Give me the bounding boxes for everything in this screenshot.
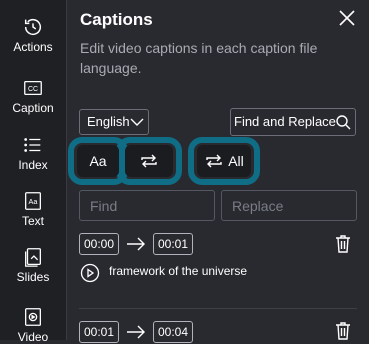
slides-icon bbox=[25, 248, 41, 267]
sidebar-label-slides: Slides bbox=[16, 270, 50, 284]
sidebar-label-caption: Caption bbox=[12, 101, 54, 115]
caption-start-time[interactable]: 00:00 bbox=[79, 233, 119, 255]
sidebar-item-text[interactable]: Aa Text bbox=[0, 190, 66, 228]
trash-icon[interactable] bbox=[335, 321, 351, 340]
play-icon[interactable] bbox=[80, 263, 100, 283]
list-icon bbox=[24, 138, 41, 152]
captions-panel: Captions Edit video captions in each cap… bbox=[67, 0, 369, 343]
video-icon bbox=[25, 308, 41, 326]
sidebar: Actions CC Caption Index Aa Text Slides … bbox=[0, 0, 67, 344]
find-replace-button[interactable]: Find and Replace bbox=[230, 108, 356, 136]
replace-all-button[interactable]: All bbox=[197, 145, 251, 177]
panel-title: Captions bbox=[80, 10, 153, 29]
arrow-right-icon bbox=[127, 237, 145, 251]
sidebar-item-slides[interactable]: Slides bbox=[0, 246, 66, 284]
arrow-right-icon bbox=[127, 325, 145, 339]
sidebar-item-video[interactable]: Video bbox=[0, 306, 66, 344]
search-icon bbox=[336, 115, 351, 130]
match-case-button[interactable]: Aa bbox=[77, 145, 119, 177]
replace-all-label: All bbox=[228, 153, 244, 169]
find-replace-label: Find and Replace bbox=[234, 114, 336, 129]
find-input[interactable] bbox=[79, 190, 215, 221]
sidebar-item-caption[interactable]: CC Caption bbox=[0, 77, 66, 115]
text-box-icon: Aa bbox=[25, 192, 41, 210]
caption-text[interactable]: framework of the universe bbox=[109, 264, 247, 278]
sidebar-item-actions[interactable]: Actions bbox=[0, 16, 66, 54]
language-value: English bbox=[87, 114, 130, 129]
language-select[interactable]: English bbox=[79, 109, 149, 135]
caption-end-time[interactable]: 00:01 bbox=[153, 233, 193, 255]
chevron-down-icon bbox=[130, 118, 144, 126]
replace-all-icon bbox=[206, 154, 222, 168]
replace-icon bbox=[141, 154, 157, 168]
caption-divider bbox=[79, 308, 357, 309]
history-icon bbox=[24, 19, 42, 36]
match-case-label: Aa bbox=[89, 153, 107, 169]
sidebar-label-text: Text bbox=[21, 214, 44, 228]
trash-icon[interactable] bbox=[335, 234, 351, 253]
svg-text:CC: CC bbox=[28, 86, 38, 93]
close-icon[interactable] bbox=[337, 8, 357, 28]
sidebar-label-actions: Actions bbox=[13, 40, 53, 54]
sidebar-label-video: Video bbox=[17, 330, 49, 344]
panel-subtitle: Edit video captions in each caption file… bbox=[80, 40, 318, 76]
sidebar-label-index: Index bbox=[18, 158, 48, 172]
cc-icon: CC bbox=[24, 80, 42, 96]
svg-text:Aa: Aa bbox=[29, 197, 39, 206]
replace-input[interactable] bbox=[221, 190, 357, 221]
replace-button[interactable] bbox=[125, 145, 173, 177]
sidebar-item-index[interactable]: Index bbox=[0, 134, 66, 172]
